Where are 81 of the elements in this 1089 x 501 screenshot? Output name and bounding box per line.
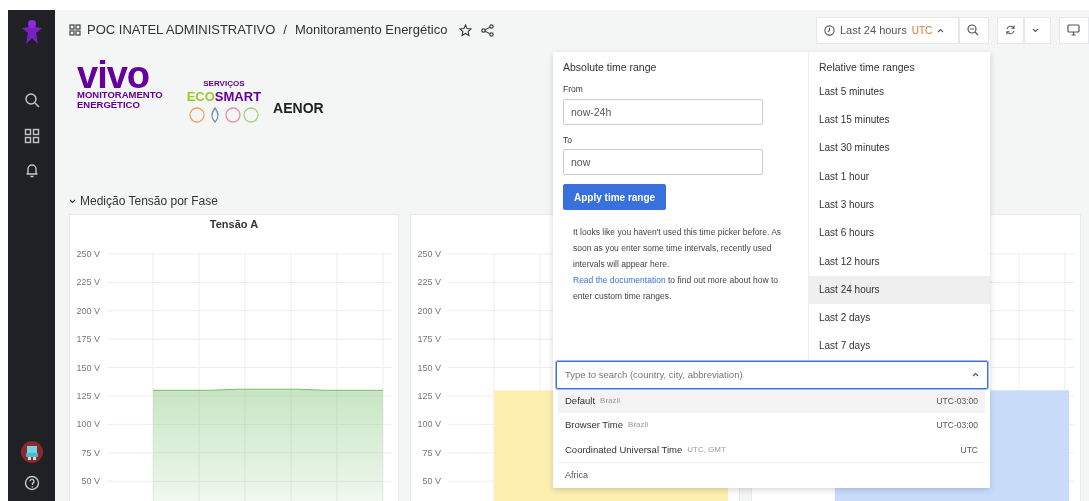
timezone-region: Brazil	[628, 419, 649, 432]
star-icon[interactable]	[459, 23, 473, 37]
time-range-picker[interactable]: Last 24 hours UTC	[816, 16, 959, 44]
time-range-option[interactable]: Last 3 hours	[809, 190, 990, 220]
tv-mode-button[interactable]	[1059, 16, 1089, 44]
clock-icon	[824, 24, 835, 36]
y-axis-label: 100 V	[76, 419, 100, 430]
y-axis-label: 250 V	[76, 249, 100, 259]
logo-subtitle: MONITORAMENTO	[77, 90, 163, 100]
timezone-option[interactable]: Default Brazil UTC-03:00	[558, 388, 985, 414]
logo-subtitle: ENERGÉTICO	[77, 100, 141, 110]
timezone-region: Brazil	[600, 394, 621, 407]
time-range-option[interactable]: Last 6 hours	[809, 219, 990, 248]
zoom-out-button[interactable]	[959, 16, 989, 44]
from-input[interactable]: now-24h	[563, 98, 763, 125]
apply-button[interactable]: Apply time range	[563, 184, 667, 211]
help-text: Read the documentation to find out more about how to enter custom time ranges.	[573, 274, 780, 304]
documentation-link[interactable]: Read the documentation	[573, 275, 666, 286]
time-range-option[interactable]: Last 12 hours	[809, 247, 990, 276]
time-range-option[interactable]: Last 30 minutes	[809, 134, 990, 163]
y-axis-label: 150 V	[417, 362, 441, 373]
group-heading: Africa	[558, 462, 985, 489]
utc-offset: UTC	[960, 443, 978, 457]
help-icon[interactable]	[23, 475, 40, 491]
logo-subtitle: SERVIÇOS	[203, 78, 245, 90]
brand-logo-text: vivo	[77, 60, 150, 90]
dashboards-grid-icon[interactable]	[23, 128, 40, 144]
to-input[interactable]: now	[563, 149, 763, 176]
utc-offset: UTC-03:00	[936, 419, 978, 432]
zoom-out-icon	[967, 24, 979, 36]
dashboard-title: Monitoramento Energético	[294, 21, 448, 40]
y-axis-label: 125 V	[76, 391, 100, 401]
timezone-region: UTC, GMT	[687, 443, 726, 456]
field-label: From	[563, 82, 584, 96]
panel-title[interactable]: Tensão A	[209, 218, 259, 230]
y-axis-label: 75 V	[422, 447, 441, 458]
timezone-option[interactable]: Browser Time Brazil UTC-03:00	[558, 413, 985, 438]
time-range-option[interactable]: Last 7 days	[809, 332, 990, 361]
row-title[interactable]: Medição Tensão por Fase	[80, 192, 218, 210]
y-axis-label: 75 V	[81, 447, 100, 458]
y-axis-label: 175 V	[417, 334, 441, 345]
search-icon[interactable]	[23, 92, 40, 108]
y-axis-label: 250 V	[417, 249, 441, 259]
section-heading: Absolute time range	[563, 60, 658, 75]
time-range-option[interactable]: Last 15 minutes	[809, 106, 990, 135]
brand-logo-text: ECOSMART	[186, 90, 262, 103]
caret-down-icon	[1032, 27, 1039, 33]
time-range-option[interactable]: Last 24 hours	[809, 275, 990, 305]
breadcrumb-folder[interactable]: POC INATEL ADMINISTRATIVO	[87, 20, 276, 40]
refresh-icon	[1005, 24, 1016, 36]
y-axis-label: 50 V	[422, 476, 441, 487]
monitor-icon	[1067, 24, 1080, 36]
refresh-button[interactable]	[997, 16, 1024, 44]
timezone-option[interactable]: Coordinated Universal Time UTC, GMT UTC	[558, 437, 985, 463]
y-axis-label: 225 V	[417, 277, 441, 288]
y-axis-label: 175 V	[76, 334, 100, 345]
field-label: To	[563, 133, 573, 147]
share-icon[interactable]	[481, 23, 495, 37]
help-text: It looks like you haven't used this time picker before. As soon as you enter some time intervals, recently used intervals will appear here.	[573, 226, 783, 272]
timezone-label: UTC	[911, 23, 933, 38]
avatar-icon[interactable]	[20, 441, 43, 463]
timezone-name: Default	[565, 393, 596, 408]
utc-offset: UTC-03:00	[936, 394, 978, 408]
timezone-name: Coordinated Universal Time	[565, 442, 683, 457]
y-axis-label: 200 V	[76, 305, 100, 316]
time-range-option[interactable]: Last 5 minutes	[809, 77, 990, 107]
y-axis-label: 50 V	[81, 476, 100, 487]
y-axis-label: 225 V	[76, 277, 100, 288]
breadcrumb-separator: /	[283, 21, 287, 40]
section-heading: Relative time ranges	[818, 60, 916, 75]
chevron-down-icon[interactable]	[69, 198, 76, 204]
brand-logo-text: AENOR	[273, 99, 324, 118]
y-axis-label: 125 V	[417, 391, 441, 401]
time-range-option[interactable]: Last 1 hour	[809, 162, 990, 191]
y-axis-label: 150 V	[76, 362, 100, 373]
y-axis-label: 200 V	[417, 305, 441, 316]
dashboards-grid-icon	[69, 24, 81, 36]
timezone-name: Browser Time	[565, 418, 624, 433]
timezone-search-field[interactable]: Type to search (country, city, abbreviation)	[556, 360, 988, 389]
time-range-option[interactable]: Last 2 days	[809, 304, 990, 333]
y-axis-label: 100 V	[417, 419, 441, 430]
